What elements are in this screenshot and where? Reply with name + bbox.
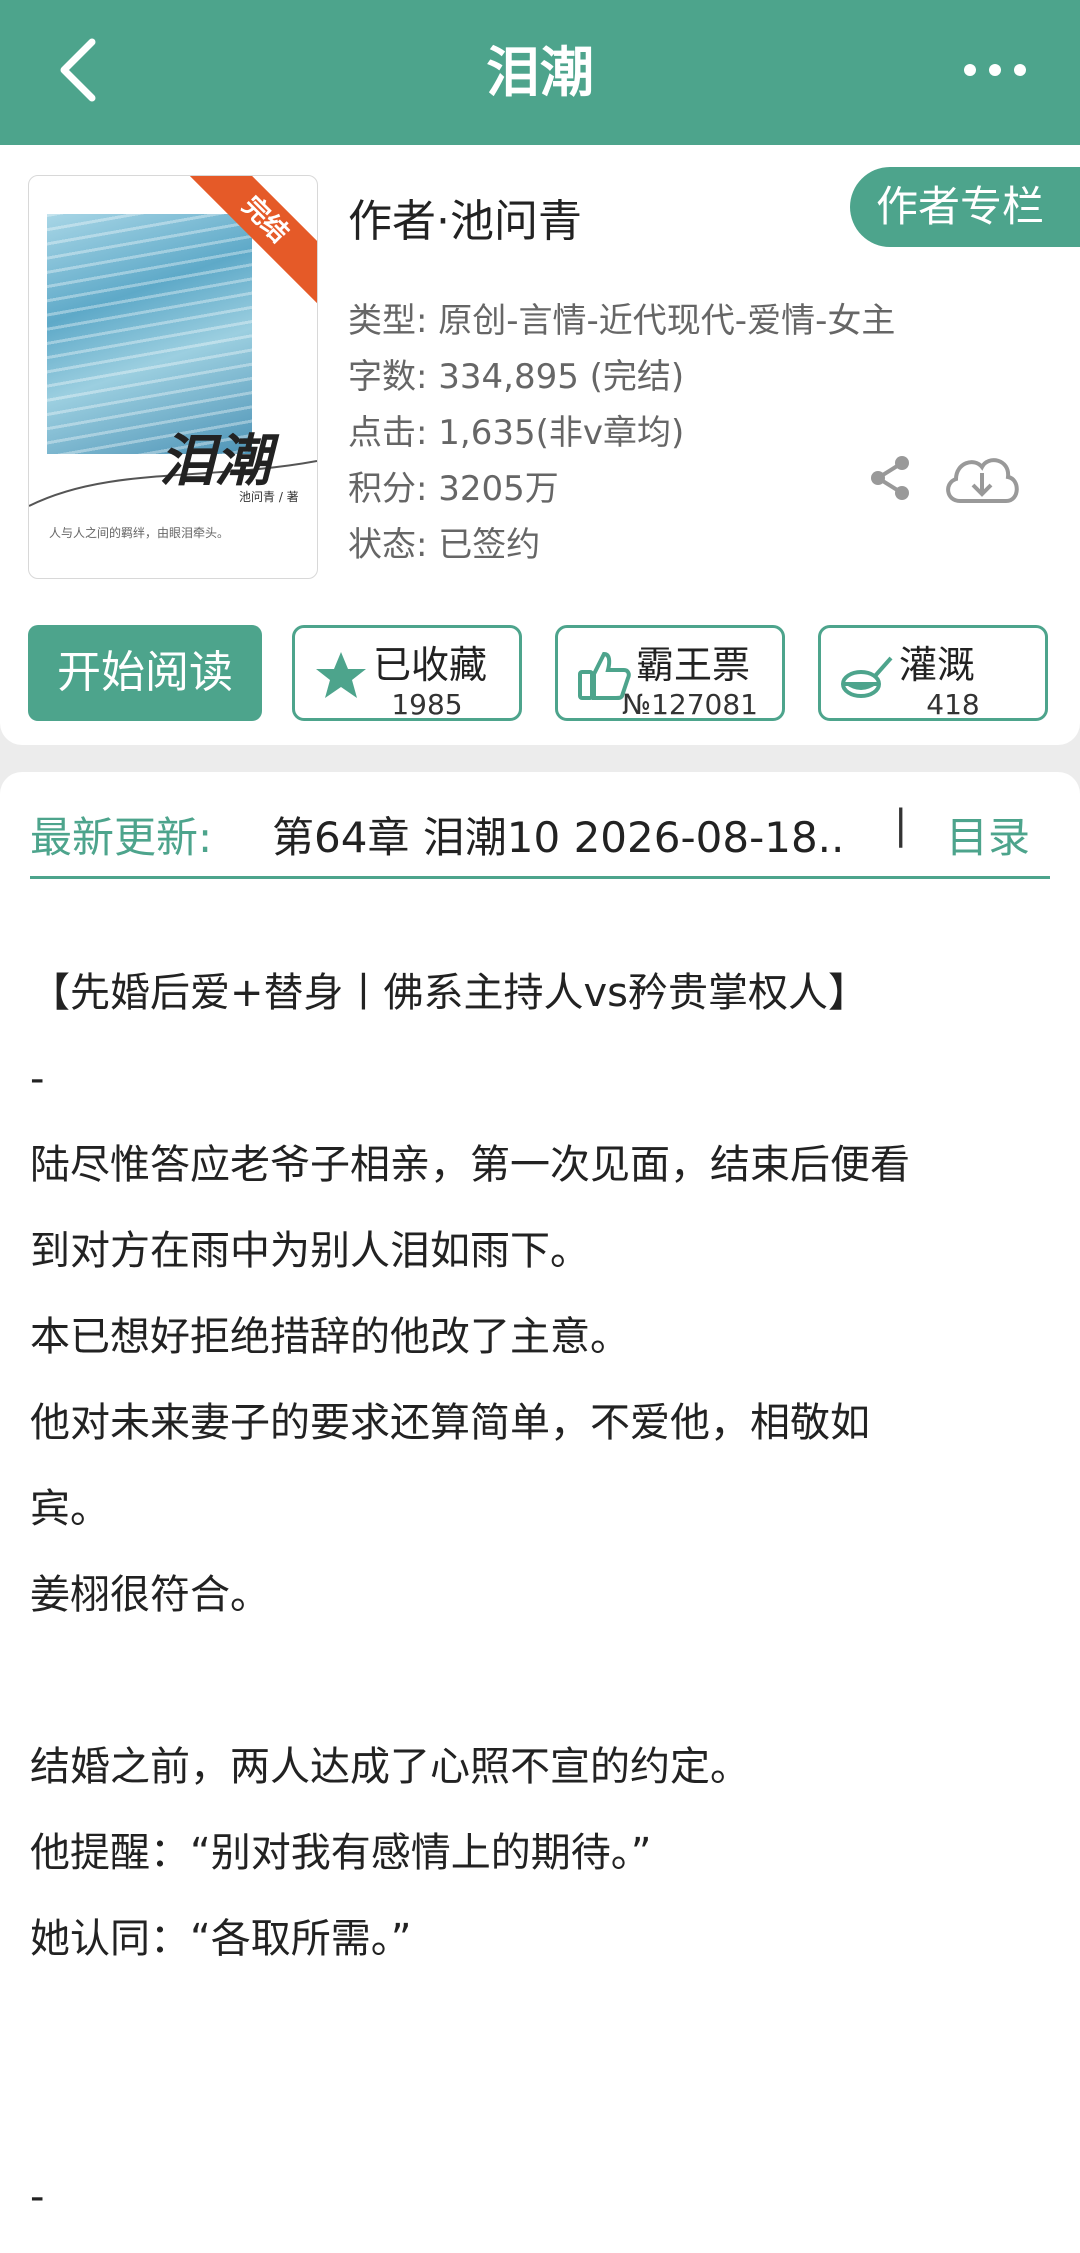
book-cover[interactable]: 完结 泪潮 池问青 / 著 人与人之间的羁绊，由眼泪牵头。 bbox=[28, 175, 318, 579]
latest-underline bbox=[30, 876, 1050, 879]
cover-title: 泪潮 bbox=[159, 428, 271, 494]
description-line: 到对方在雨中为别人泪如雨下。 bbox=[30, 1228, 590, 1274]
book-info-card: 完结 泪潮 池问青 / 著 人与人之间的羁绊，由眼泪牵头。 作者·池问青 作者专… bbox=[0, 145, 1080, 745]
more-dots-icon bbox=[964, 64, 1026, 76]
table-of-contents-link[interactable]: 目录 bbox=[946, 804, 1030, 865]
description-line: 陆尽惟答应老爷子相亲，第一次见面，结束后便看 bbox=[30, 1142, 910, 1188]
share-icon bbox=[871, 456, 909, 500]
description-line: 本已想好拒绝措辞的他改了主意。 bbox=[30, 1314, 630, 1360]
description-line: - bbox=[30, 1056, 45, 1102]
share-button[interactable] bbox=[866, 453, 916, 503]
cloud-download-icon bbox=[946, 458, 1019, 503]
collect-button[interactable]: 已收藏 1985 bbox=[292, 625, 522, 721]
description-line: - bbox=[30, 2174, 45, 2220]
meta-words: 字数: 334,895 (完结) bbox=[348, 357, 685, 397]
author-name[interactable]: 作者·池问青 bbox=[348, 185, 582, 249]
description-line: 结婚之前，两人达成了心照不宣的约定。 bbox=[30, 1744, 750, 1790]
latest-update-label: 最新更新: bbox=[30, 813, 213, 862]
latest-chapter-link[interactable]: 第64章 泪潮10 2026-08-18.. bbox=[272, 804, 844, 865]
collect-count: 1985 bbox=[391, 688, 463, 721]
start-reading-button[interactable]: 开始阅读 bbox=[28, 625, 262, 721]
description-line bbox=[30, 1638, 1050, 1724]
cover-tagline: 人与人之间的羁绊，由眼泪牵头。 bbox=[49, 526, 230, 540]
book-description: 【先婚后爱+替身丨佛系主持人vs矜贵掌权人】 - 陆尽惟答应老爷子相亲，第一次见面，… bbox=[0, 910, 1080, 2253]
description-line: 宾。 bbox=[30, 1486, 110, 1532]
description-text: 【先婚后爱+替身丨佛系主持人vs矜贵掌权人】 - 陆尽惟答应老爷子相亲，第一次见面，… bbox=[30, 950, 1050, 2253]
meta-type: 类型: 原创-言情-近代现代-爱情-女主 bbox=[348, 301, 896, 341]
more-button[interactable] bbox=[960, 50, 1030, 90]
description-line: 姜栩对陆尽惟的印象，多停留于杂志上对他的描 bbox=[30, 2240, 1050, 2253]
meta-clicks: 点击: 1,635(非v章均) bbox=[348, 413, 685, 453]
author-column-button[interactable]: 作者专栏 bbox=[850, 167, 1080, 247]
description-line bbox=[30, 2068, 1050, 2154]
meta-status: 状态: 已签约 bbox=[348, 525, 541, 565]
divider: | bbox=[894, 802, 908, 848]
download-button[interactable] bbox=[940, 445, 1024, 509]
description-line: 他对未来妻子的要求还算简单，不爱他，相敬如 bbox=[30, 1400, 870, 1446]
description-line: 【先婚后爱+替身丨佛系主持人vs矜贵掌权人】 bbox=[30, 970, 869, 1016]
description-line bbox=[30, 1982, 1050, 2068]
description-line: 他提醒：“别对我有感情上的期待。” bbox=[30, 1830, 652, 1876]
collect-label: 已收藏 bbox=[373, 643, 488, 687]
page-title: 泪潮 bbox=[486, 41, 594, 104]
cover-author: 池问青 / 著 bbox=[239, 490, 299, 504]
ticket-count: №127081 bbox=[621, 688, 758, 721]
ticket-button[interactable]: 霸王票 №127081 bbox=[555, 625, 785, 721]
water-label: 灌溉 bbox=[899, 643, 976, 687]
description-line: 姜栩很符合。 bbox=[30, 1572, 270, 1618]
ticket-label: 霸王票 bbox=[636, 643, 751, 687]
top-app-bar: 泪潮 bbox=[0, 0, 1080, 145]
latest-update-bar: 最新更新: 第64章 泪潮10 2026-08-18.. | 目录 bbox=[0, 772, 1080, 910]
water-button[interactable]: 灌溉 418 bbox=[818, 625, 1048, 721]
description-line: 她认同：“各取所需。” bbox=[30, 1916, 412, 1962]
meta-score: 积分: 3205万 bbox=[348, 469, 559, 509]
water-count: 418 bbox=[926, 688, 980, 721]
